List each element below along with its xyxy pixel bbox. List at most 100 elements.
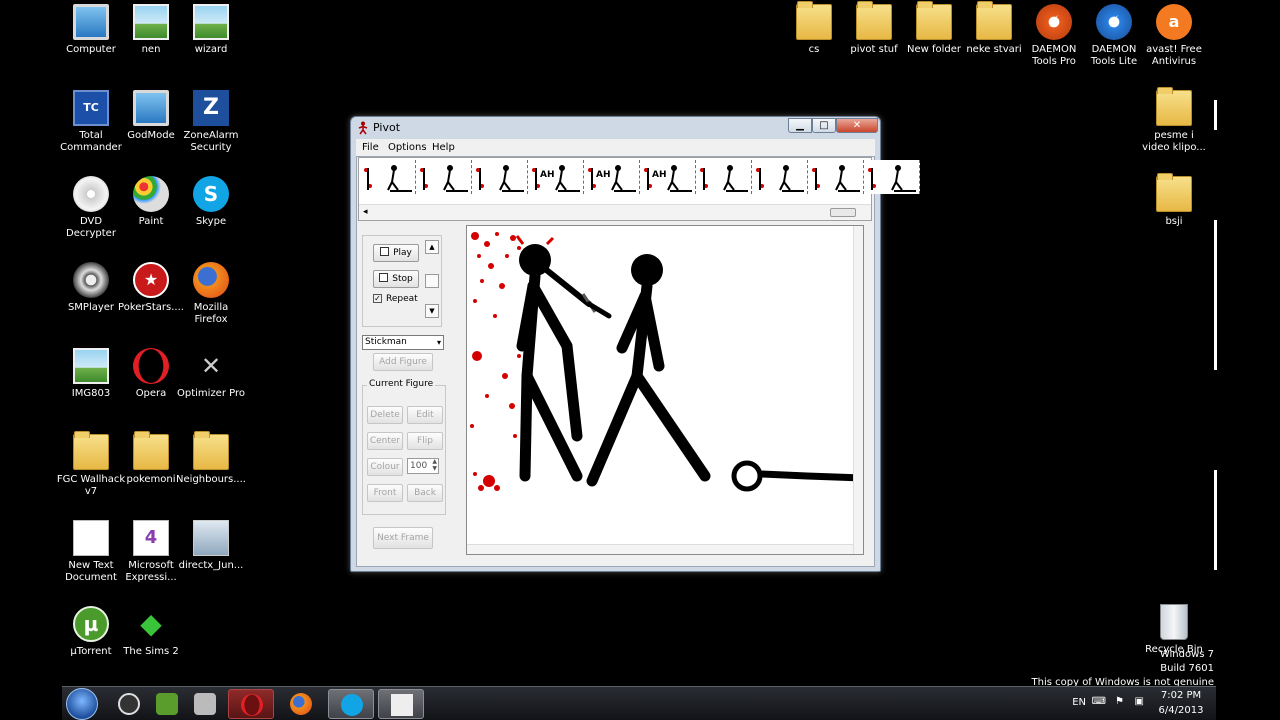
figure-type-value: Stickman [365,337,407,347]
next-frame-button[interactable]: Next Frame [373,527,433,549]
menu-options[interactable]: Options [388,142,427,153]
slider-down-arrow-icon[interactable]: ▼ [425,304,439,318]
paint-palette-icon [133,176,169,212]
start-button[interactable] [66,688,98,720]
expression-document-icon: 4 [133,520,169,556]
watermark-line: Build 7601 [1160,663,1214,674]
add-figure-button[interactable]: Add Figure [373,353,433,371]
frame-thumbnail[interactable] [752,160,808,194]
menu-file[interactable]: File [362,142,379,153]
avast-icon: a [1156,4,1192,40]
scrollbar-thumb[interactable] [830,208,856,217]
flag-icon[interactable]: ⚑ [1115,696,1124,707]
taskbar-item-opera[interactable] [228,689,274,719]
app-icon [156,693,178,715]
taskbar: EN ⌨ ⚑ ▣ 7:02 PM 6/4/2013 [62,686,1216,720]
computer-icon [73,4,109,40]
floppy-disk-icon: TC [73,90,109,126]
slider-up-arrow-icon[interactable]: ▲ [425,240,439,254]
pivot-app-icon [391,694,413,716]
language-indicator[interactable]: EN [1072,697,1086,708]
taskbar-item-firefox[interactable] [278,689,324,719]
stop-icon [379,273,389,282]
frame-thumbnail[interactable]: AH [584,160,640,194]
pokerstars-icon: ★ [133,262,169,298]
frame-strip-scrollbar[interactable]: ◂ [359,204,871,220]
checkbox-checked-icon: ✓ [373,294,382,303]
clock-time[interactable]: 7:02 PM [1156,690,1206,701]
menu-help[interactable]: Help [432,142,455,153]
frame-thumbnail-text: AH [540,170,555,180]
desktop-icon-skype[interactable]: S Skype [176,176,246,228]
zoom-stepper[interactable]: 100 ▲ ▼ [407,458,439,474]
menu-bar: File Options Help [356,139,875,156]
frame-thumbnail[interactable] [864,160,920,194]
desktop-icon-optimizer-pro[interactable]: ✕ Optimizer Pro [176,348,246,400]
desktop-icon-directx[interactable]: directx_Jun... [176,520,246,572]
maximize-button[interactable]: □ [812,118,836,133]
desktop-icon-the-sims-2[interactable]: ◆ The Sims 2 [116,606,186,658]
repeat-checkbox[interactable]: ✓ Repeat [373,294,418,304]
desktop-icon-pesme[interactable]: pesme i video klipo... [1139,87,1209,154]
watermark-line: Windows 7 [1159,649,1214,660]
frame-thumbnail[interactable]: AH [528,160,584,194]
desktop-icon-zonealarm[interactable]: Z ZoneAlarm Security [176,90,246,154]
desktop-icon-firefox[interactable]: Mozilla Firefox [176,262,246,326]
desktop-icon-avast[interactable]: a avast! Free Antivirus [1139,4,1209,68]
frame-thumbnail[interactable] [472,160,528,194]
clock-date[interactable]: 6/4/2013 [1156,705,1206,716]
playback-group: Play Stop ✓ Repeat ▲ ▼ [362,235,442,327]
frame-thumbnail[interactable] [696,160,752,194]
play-button[interactable]: Play [373,244,419,262]
keyboard-icon[interactable]: ⌨ [1092,696,1106,707]
front-button[interactable]: Front [367,484,403,502]
scroll-left-arrow-icon[interactable]: ◂ [363,207,368,217]
frame-thumbnail[interactable]: AH [640,160,696,194]
windows-genuine-watermark: Windows 7 Build 7601 This copy of Window… [1032,648,1214,690]
stop-button[interactable]: Stop [373,270,419,288]
utorrent-icon: µ [73,606,109,642]
taskbar-item-skype[interactable] [328,689,374,719]
canvas-horizontal-scrollbar[interactable] [467,544,853,554]
stickman-attacker-head [631,254,663,286]
speed-slider[interactable]: ▲ ▼ [425,240,439,320]
taskbar-item-pivot[interactable] [378,689,424,719]
desktop-icon-wizard[interactable]: wizard [176,4,246,56]
animation-canvas[interactable] [466,225,867,555]
canvas-vertical-scrollbar[interactable] [853,226,863,554]
taskbar-item-app3[interactable] [182,689,228,719]
skype-icon: S [193,176,229,212]
frame-thumbnail[interactable] [808,160,864,194]
flip-button[interactable]: Flip [407,432,443,450]
play-icon [380,247,390,256]
delete-button[interactable]: Delete [367,406,403,424]
folder-icon [73,431,109,470]
back-button[interactable]: Back [407,484,443,502]
fallen-figure-body [757,470,867,482]
daemon-tools-icon: ⚡ [1096,4,1132,40]
folder-icon [193,431,229,470]
image-icon [193,4,229,40]
frame-thumbnail[interactable] [416,160,472,194]
close-button[interactable]: ✕ [836,118,878,133]
frame-thumbnail[interactable] [360,160,416,194]
folder-icon [976,1,1012,40]
title-bar[interactable]: Pivot ▁ □ ✕ [351,117,880,139]
minimize-button[interactable]: ▁ [788,118,812,133]
zonealarm-icon: Z [193,90,229,126]
firefox-icon [193,262,229,298]
stickman-scene [470,232,867,492]
edit-button[interactable]: Edit [407,406,443,424]
slider-thumb[interactable] [425,274,439,288]
network-icon[interactable]: ▣ [1135,696,1144,707]
desktop-icon-neighbours[interactable]: Neighbours.... [176,431,246,486]
fallen-figure-head [731,460,763,492]
frame-thumbnail-text: AH [596,170,611,180]
folder-icon [133,431,169,470]
colour-button[interactable]: Colour [367,458,403,476]
figure-type-select[interactable]: Stickman ▾ [362,335,444,350]
repeat-label: Repeat [386,294,418,304]
stepper-arrows-icon[interactable]: ▲ ▼ [432,458,437,472]
desktop-icon-bsji[interactable]: bsji [1139,173,1209,228]
center-button[interactable]: Center [367,432,403,450]
